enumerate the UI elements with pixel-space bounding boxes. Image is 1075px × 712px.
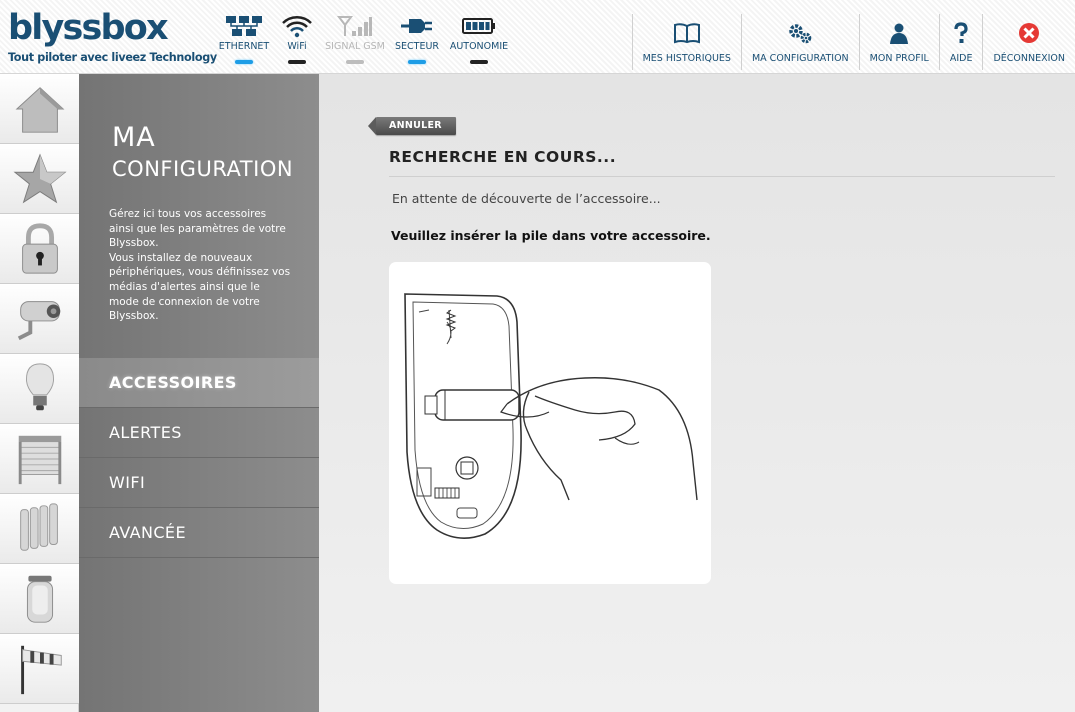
nav-label: MON PROFIL xyxy=(869,53,929,64)
instruction-message: Veuillez insérer la pile dans votre acce… xyxy=(391,228,711,243)
section-title: MA CONFIGURATION xyxy=(112,122,293,184)
menu-item-accessoires[interactable]: ACCESSOIRES xyxy=(79,358,341,408)
status-indicator xyxy=(235,60,253,64)
shutter-icon xyxy=(18,435,61,484)
section-title-line-2: CONFIGURATION xyxy=(112,157,294,181)
home-icon xyxy=(15,86,64,133)
signal-icon xyxy=(337,16,372,36)
cancel-button[interactable]: ANNULER xyxy=(368,117,456,135)
status-gsm: SIGNAL GSM xyxy=(320,14,390,64)
sensor-icon xyxy=(26,575,53,623)
description-line: mode de connexion de votre xyxy=(109,295,260,308)
nav-label: DÉCONNEXION xyxy=(993,53,1065,64)
menu-item-wifi[interactable]: WIFI xyxy=(79,458,319,508)
gears-icon xyxy=(789,24,812,44)
rail-weather[interactable] xyxy=(0,634,79,704)
plug-icon xyxy=(401,19,432,33)
wifi-icon xyxy=(282,16,312,38)
battery-icon xyxy=(462,18,495,34)
status-label: AUTONOMIE xyxy=(449,41,509,52)
rail-heating[interactable] xyxy=(0,494,79,564)
status-label: SECTEUR xyxy=(394,41,440,52)
nav-aide[interactable]: AIDE xyxy=(938,14,983,70)
description-line: Gérez ici tous vos accessoires xyxy=(109,208,267,220)
network-icon xyxy=(226,16,262,36)
instruction-illustration xyxy=(389,262,711,584)
top-bar: blyssbox Tout piloter avec liveez Techno… xyxy=(0,0,1075,74)
rail-favorites[interactable] xyxy=(0,144,79,214)
status-autonomie: AUTONOMIE xyxy=(444,14,514,64)
menu-item-alertes[interactable]: ALERTES xyxy=(79,408,319,458)
nav-mon-profil[interactable]: MON PROFIL xyxy=(858,14,939,70)
description-line: Blyssbox. xyxy=(109,237,159,250)
camera-icon xyxy=(17,300,60,340)
logo-wordmark: blyssbox xyxy=(8,8,169,48)
radiator-icon xyxy=(19,502,58,551)
waiting-message: En attente de découverte de l’accessoire… xyxy=(392,191,661,206)
config-menu: ACCESSOIRES ALERTES WIFI AVANCÉE xyxy=(79,358,341,558)
book-icon xyxy=(673,23,700,44)
nav-label: MA CONFIGURATION xyxy=(751,53,849,64)
menu-item-avancee[interactable]: AVANCÉE xyxy=(79,508,319,558)
description-line: Blyssbox. xyxy=(109,310,159,323)
title-divider xyxy=(389,176,1055,177)
page-title: RECHERCHE EN COURS... xyxy=(389,148,617,166)
rail-sensors[interactable] xyxy=(0,564,79,634)
star-icon xyxy=(12,152,67,203)
rail-home[interactable] xyxy=(0,74,79,144)
windsock-icon xyxy=(20,645,62,694)
close-icon xyxy=(1019,23,1040,43)
status-label: SIGNAL GSM xyxy=(325,41,385,52)
description-line: médias d'alertes ainsi que le xyxy=(109,280,260,293)
status-indicator xyxy=(288,60,306,64)
config-side-panel: MA CONFIGURATION Gérez ici tous vos acce… xyxy=(79,74,341,712)
status-indicator xyxy=(408,60,426,64)
brand-logo[interactable]: blyssbox Tout piloter avec liveez Techno… xyxy=(8,8,217,66)
nav-label: AIDE xyxy=(949,53,973,64)
nav-mes-historiques[interactable]: MES HISTORIQUES xyxy=(631,14,741,70)
logo-tagline: Tout piloter avec liveez Technology xyxy=(8,51,217,64)
section-title-line-1: MA xyxy=(112,122,156,153)
section-description: Gérez ici tous vos accessoires ainsi que… xyxy=(109,207,299,324)
question-icon xyxy=(954,22,968,43)
description-line: périphériques, vous définissez vos xyxy=(109,266,291,279)
bulb-icon xyxy=(25,362,54,410)
status-secteur: SECTEUR xyxy=(382,14,452,64)
battery-insertion-illustration xyxy=(404,293,698,539)
top-nav: MES HISTORIQUES MA CONFIGURATION MON PRO… xyxy=(631,14,1075,70)
status-indicator xyxy=(346,60,364,64)
rail-shutters[interactable] xyxy=(0,424,79,494)
nav-deconnexion[interactable]: DÉCONNEXION xyxy=(982,14,1075,70)
category-rail xyxy=(0,74,79,712)
status-indicator xyxy=(470,60,488,64)
main-content: ANNULER RECHERCHE EN COURS... En attente… xyxy=(319,74,1075,712)
rail-security[interactable] xyxy=(0,214,79,284)
description-line: Vous installez de nouveaux xyxy=(109,251,253,264)
padlock-icon xyxy=(21,222,58,274)
user-icon xyxy=(890,23,909,44)
rail-lighting[interactable] xyxy=(0,354,79,424)
rail-camera[interactable] xyxy=(0,284,79,354)
nav-label: MES HISTORIQUES xyxy=(642,53,731,64)
description-line: ainsi que les paramètres de votre xyxy=(109,222,286,235)
nav-ma-configuration[interactable]: MA CONFIGURATION xyxy=(740,14,859,70)
